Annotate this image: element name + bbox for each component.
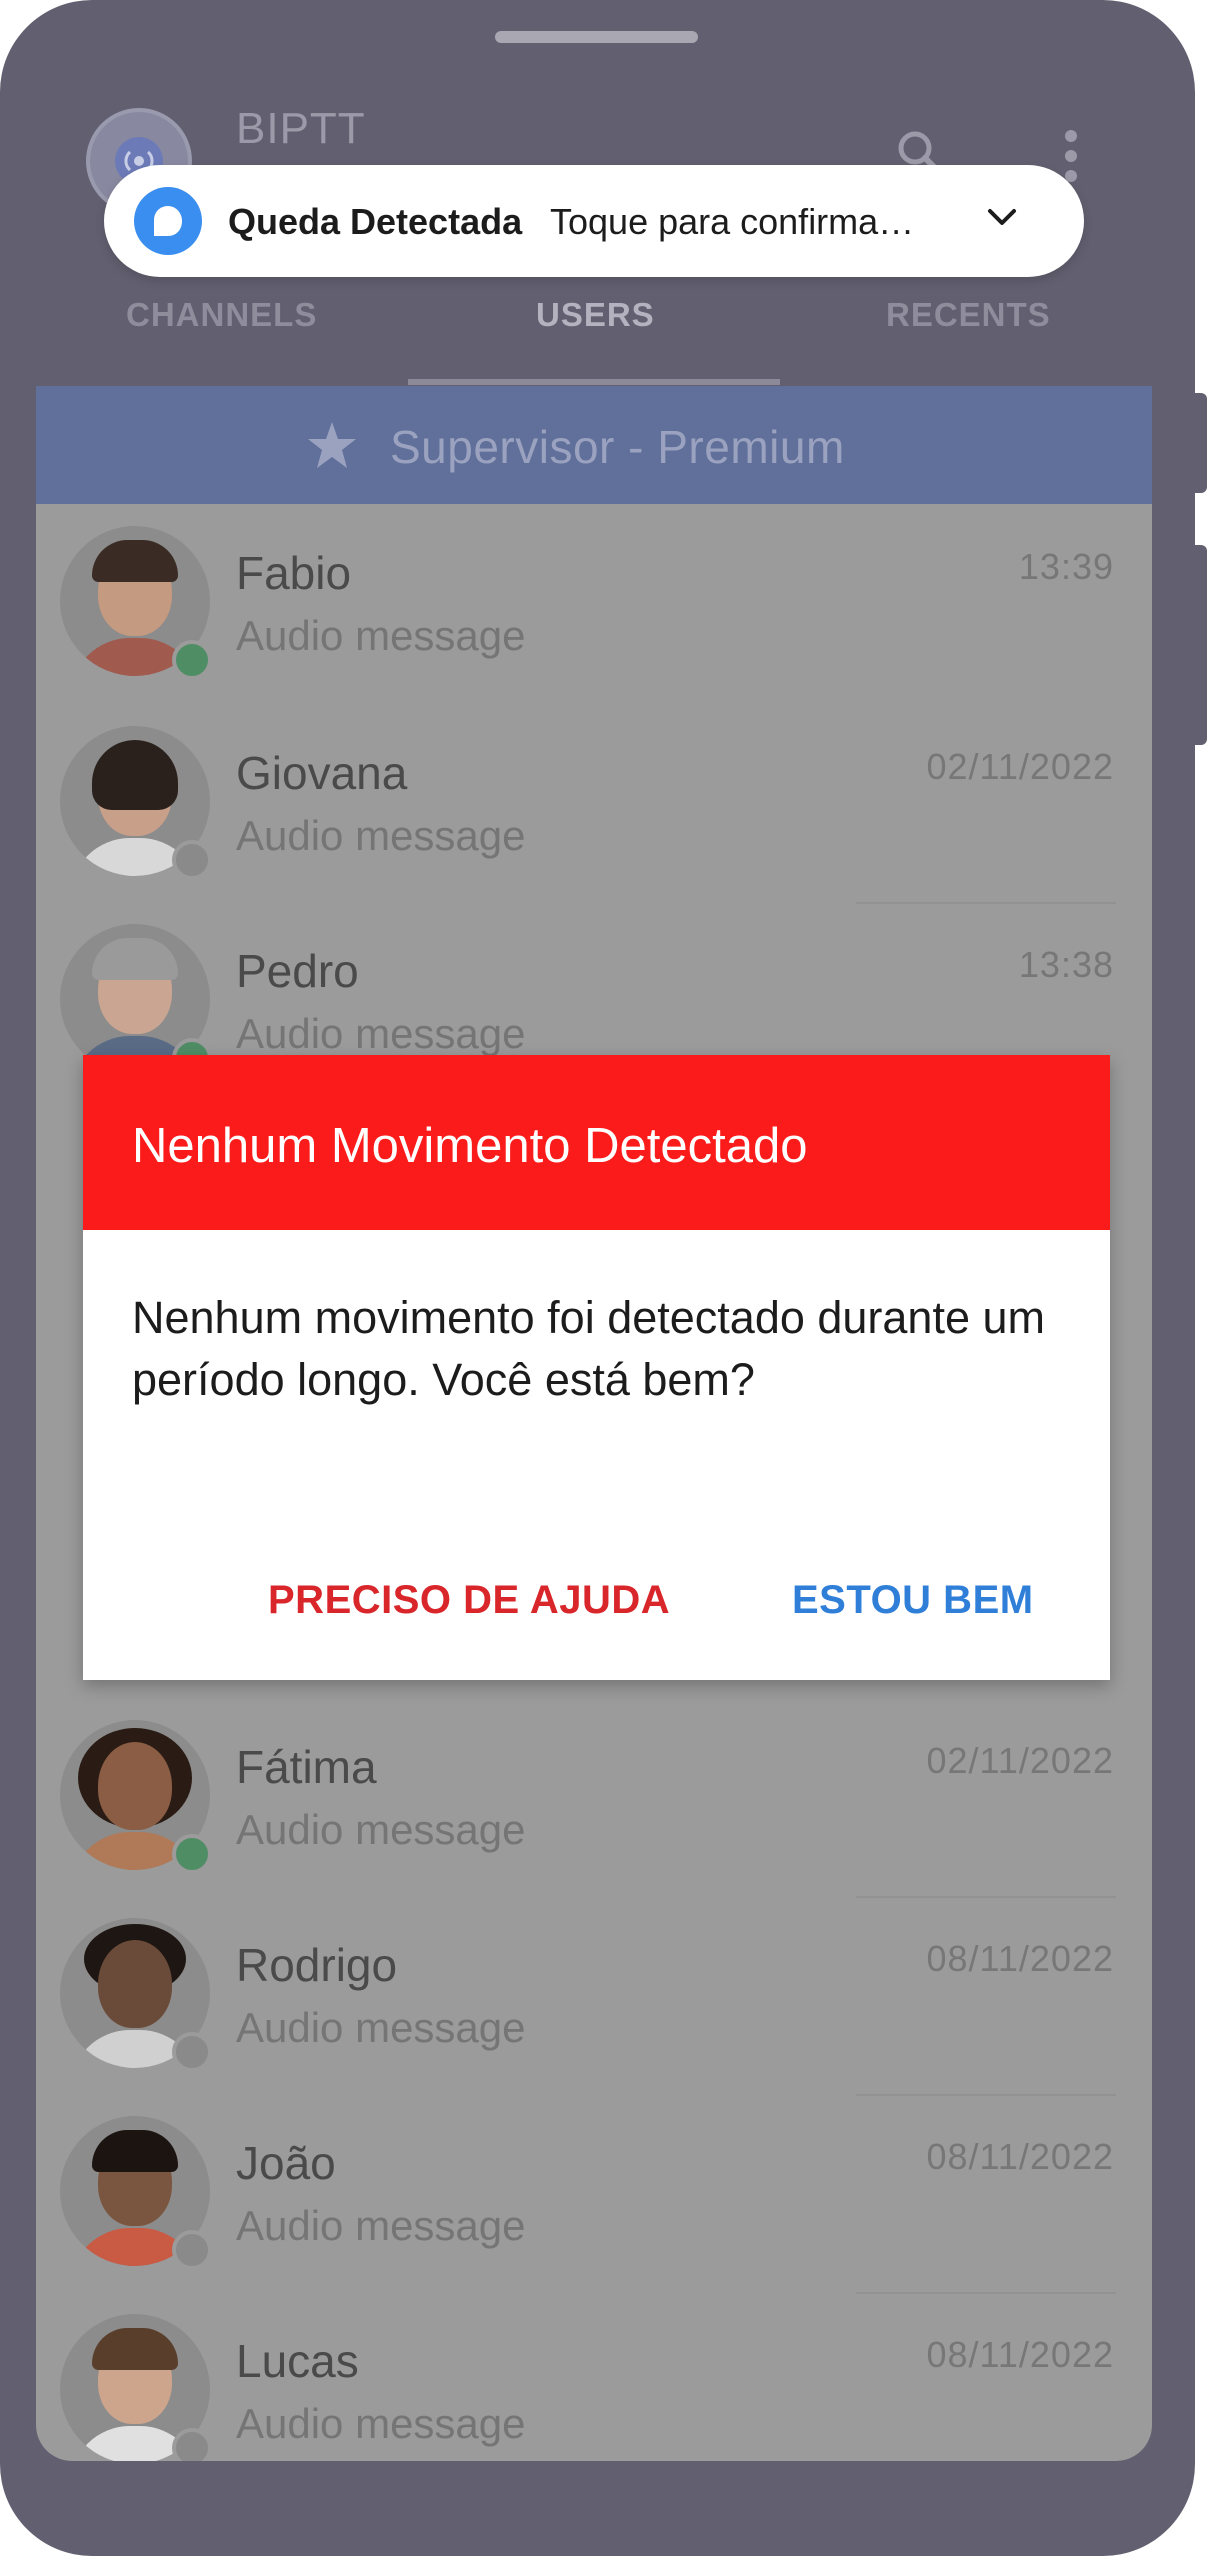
user-last-message: Audio message — [236, 1806, 526, 1853]
user-time: 02/11/2022 — [926, 746, 1114, 787]
chevron-down-icon[interactable] — [984, 205, 1020, 229]
need-help-button[interactable]: PRECISO DE AJUDA — [268, 1578, 670, 1623]
tab-users[interactable]: USERS — [536, 296, 655, 334]
status-offline-indicator — [172, 2032, 212, 2072]
user-row-lucas[interactable]: Lucas Audio message 08/11/2022 — [36, 2294, 1152, 2461]
tab-recents[interactable]: RECENTS — [886, 296, 1051, 334]
user-name: Rodrigo — [236, 1939, 398, 1991]
status-offline-indicator — [172, 2428, 212, 2461]
more-options-icon[interactable] — [1063, 130, 1079, 182]
notification-app-icon — [134, 187, 202, 255]
status-online-indicator — [172, 1834, 212, 1874]
user-name: Lucas — [236, 2335, 359, 2387]
user-time: 02/11/2022 — [926, 1740, 1114, 1781]
user-row-giovana[interactable]: Giovana Audio message 02/11/2022 — [36, 706, 1152, 904]
speaker-grille — [495, 31, 698, 43]
app-shape-icon — [154, 206, 182, 236]
status-offline-indicator — [172, 840, 212, 880]
user-time: 08/11/2022 — [926, 2136, 1114, 2177]
supervisor-label: Supervisor - Premium — [390, 421, 845, 473]
user-row-fabio[interactable]: Fabio Audio message 13:39 — [36, 506, 1152, 704]
star-icon — [308, 422, 356, 468]
user-last-message: Audio message — [236, 812, 526, 859]
user-name: João — [236, 2137, 336, 2189]
status-online-indicator — [172, 640, 212, 680]
app-title: BIPTT — [236, 104, 366, 153]
tab-indicator — [408, 379, 780, 385]
user-last-message: Audio message — [236, 2004, 526, 2051]
user-row-rodrigo[interactable]: Rodrigo Audio message 08/11/2022 — [36, 1898, 1152, 2096]
user-row-fatima[interactable]: Fátima Audio message 02/11/2022 — [36, 1700, 1152, 1898]
dialog-header: Nenhum Movimento Detectado — [83, 1055, 1110, 1230]
no-movement-dialog: Nenhum Movimento Detectado Nenhum movime… — [83, 1055, 1110, 1680]
user-time: 13:39 — [1018, 546, 1114, 587]
user-row-joao[interactable]: João Audio message 08/11/2022 — [36, 2096, 1152, 2294]
phone-frame: BIPTT CHANNELS USERS RECENTS Queda Detec… — [0, 0, 1195, 2556]
fall-detected-notification[interactable]: Queda Detectada Toque para confirma… — [104, 165, 1084, 277]
user-time: 13:38 — [1018, 944, 1114, 985]
volume-down-button — [1193, 545, 1207, 745]
dialog-title: Nenhum Movimento Detectado — [132, 1119, 808, 1173]
user-time: 08/11/2022 — [926, 1938, 1114, 1979]
notification-text: Toque para confirma… — [550, 201, 915, 242]
supervisor-bar[interactable]: Supervisor - Premium — [36, 386, 1152, 504]
user-name: Fátima — [236, 1741, 377, 1793]
volume-up-button — [1193, 393, 1207, 493]
status-offline-indicator — [172, 2230, 212, 2270]
user-last-message: Audio message — [236, 612, 526, 659]
dialog-message: Nenhum movimento foi detectado durante u… — [132, 1292, 1046, 1405]
user-name: Pedro — [236, 945, 359, 997]
tab-channels[interactable]: CHANNELS — [126, 296, 317, 334]
user-last-message: Audio message — [236, 2400, 526, 2447]
user-last-message: Audio message — [236, 1010, 526, 1057]
user-time: 08/11/2022 — [926, 2334, 1114, 2375]
user-name: Giovana — [236, 747, 408, 799]
notification-title: Queda Detectada — [228, 201, 523, 242]
im-ok-button[interactable]: ESTOU BEM — [792, 1578, 1034, 1623]
user-name: Fabio — [236, 547, 352, 599]
user-last-message: Audio message — [236, 2202, 526, 2249]
